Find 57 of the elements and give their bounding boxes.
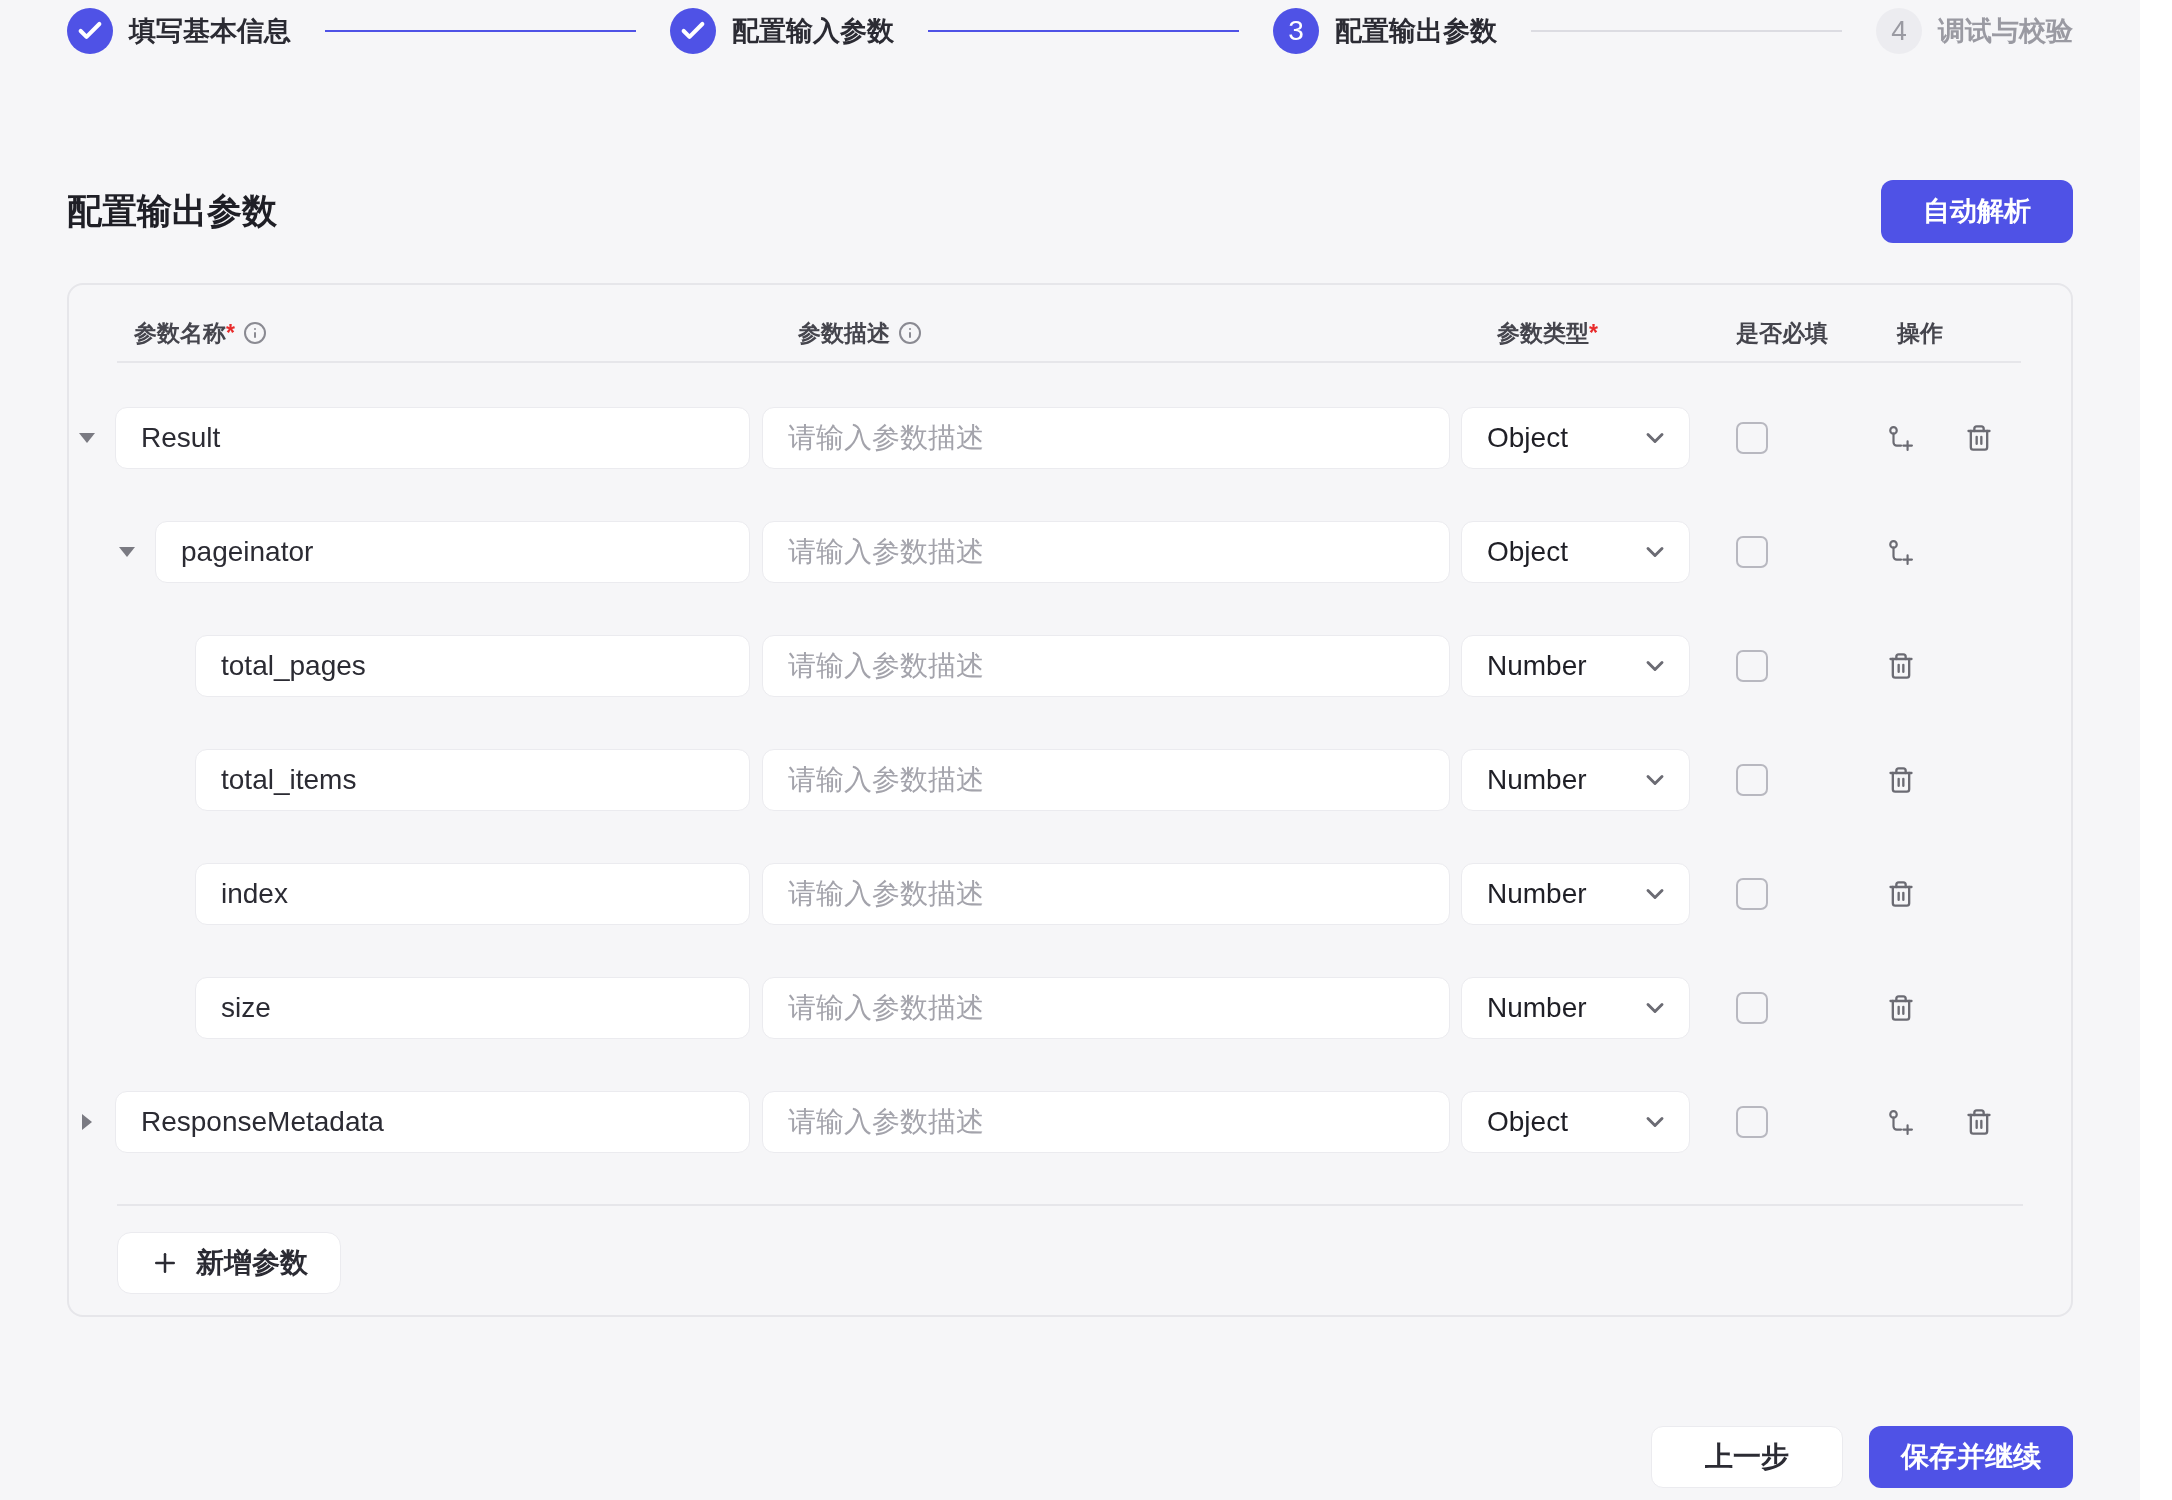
description-input[interactable]: 请输入参数描述 xyxy=(762,1091,1450,1153)
step-label: 调试与校验 xyxy=(1938,14,2073,48)
description-input[interactable]: 请输入参数描述 xyxy=(762,521,1450,583)
required-checkbox[interactable] xyxy=(1736,992,1768,1024)
column-header: 操作 xyxy=(1897,318,1943,348)
required-mark: * xyxy=(1589,318,1598,348)
name-input[interactable]: total_pages xyxy=(195,635,750,697)
step-number: 4 xyxy=(1876,8,1922,54)
description-input[interactable]: 请输入参数描述 xyxy=(762,863,1450,925)
name-input[interactable]: total_items xyxy=(195,749,750,811)
section-title: 配置输出参数 xyxy=(67,190,277,233)
name-input[interactable]: index xyxy=(195,863,750,925)
previous-step-button[interactable]: 上一步 xyxy=(1651,1426,1843,1488)
delete-icon[interactable] xyxy=(1965,424,1993,452)
type-select[interactable]: Object xyxy=(1461,407,1690,469)
type-select[interactable]: Number xyxy=(1461,635,1690,697)
required-checkbox[interactable] xyxy=(1736,764,1768,796)
info-icon[interactable] xyxy=(898,321,922,345)
description-input[interactable]: 请输入参数描述 xyxy=(762,749,1450,811)
branch-add-icon[interactable] xyxy=(1887,539,1913,565)
name-input[interactable]: pageinator xyxy=(155,521,750,583)
save-continue-button[interactable]: 保存并继续 xyxy=(1869,1426,2073,1488)
column-header: 参数类型 xyxy=(1497,318,1589,348)
name-input[interactable]: ResponseMetadata xyxy=(115,1091,750,1153)
description-input[interactable]: 请输入参数描述 xyxy=(762,407,1450,469)
type-select[interactable]: Object xyxy=(1461,1091,1690,1153)
step-label: 填写基本信息 xyxy=(129,14,291,48)
column-header: 参数描述 xyxy=(798,318,890,348)
info-icon[interactable] xyxy=(242,321,267,345)
step-number: 3 xyxy=(1273,8,1319,54)
required-checkbox[interactable] xyxy=(1736,536,1768,568)
step-label: 配置输出参数 xyxy=(1335,14,1497,48)
type-select[interactable]: Number xyxy=(1461,863,1690,925)
name-input[interactable]: Result xyxy=(115,407,750,469)
delete-icon[interactable] xyxy=(1887,994,1915,1022)
required-mark: * xyxy=(226,318,235,348)
column-header: 是否必填 xyxy=(1736,318,1828,348)
add-parameter-button[interactable]: 新增参数 xyxy=(117,1232,341,1294)
description-input[interactable]: 请输入参数描述 xyxy=(762,635,1450,697)
delete-icon[interactable] xyxy=(1887,652,1915,680)
column-header: 参数名称 xyxy=(134,318,226,348)
name-input[interactable]: size xyxy=(195,977,750,1039)
required-checkbox[interactable] xyxy=(1736,1106,1768,1138)
type-select[interactable]: Number xyxy=(1461,977,1690,1039)
required-checkbox[interactable] xyxy=(1736,878,1768,910)
type-select[interactable]: Number xyxy=(1461,749,1690,811)
step-label: 配置输入参数 xyxy=(732,14,894,48)
description-input[interactable]: 请输入参数描述 xyxy=(762,977,1450,1039)
required-checkbox[interactable] xyxy=(1736,422,1768,454)
branch-add-icon[interactable] xyxy=(1887,425,1913,451)
branch-add-icon[interactable] xyxy=(1887,1109,1913,1135)
auto-parse-button[interactable]: 自动解析 xyxy=(1881,180,2073,243)
delete-icon[interactable] xyxy=(1887,766,1915,794)
type-select[interactable]: Object xyxy=(1461,521,1690,583)
required-checkbox[interactable] xyxy=(1736,650,1768,682)
delete-icon[interactable] xyxy=(1965,1108,1993,1136)
delete-icon[interactable] xyxy=(1887,880,1915,908)
